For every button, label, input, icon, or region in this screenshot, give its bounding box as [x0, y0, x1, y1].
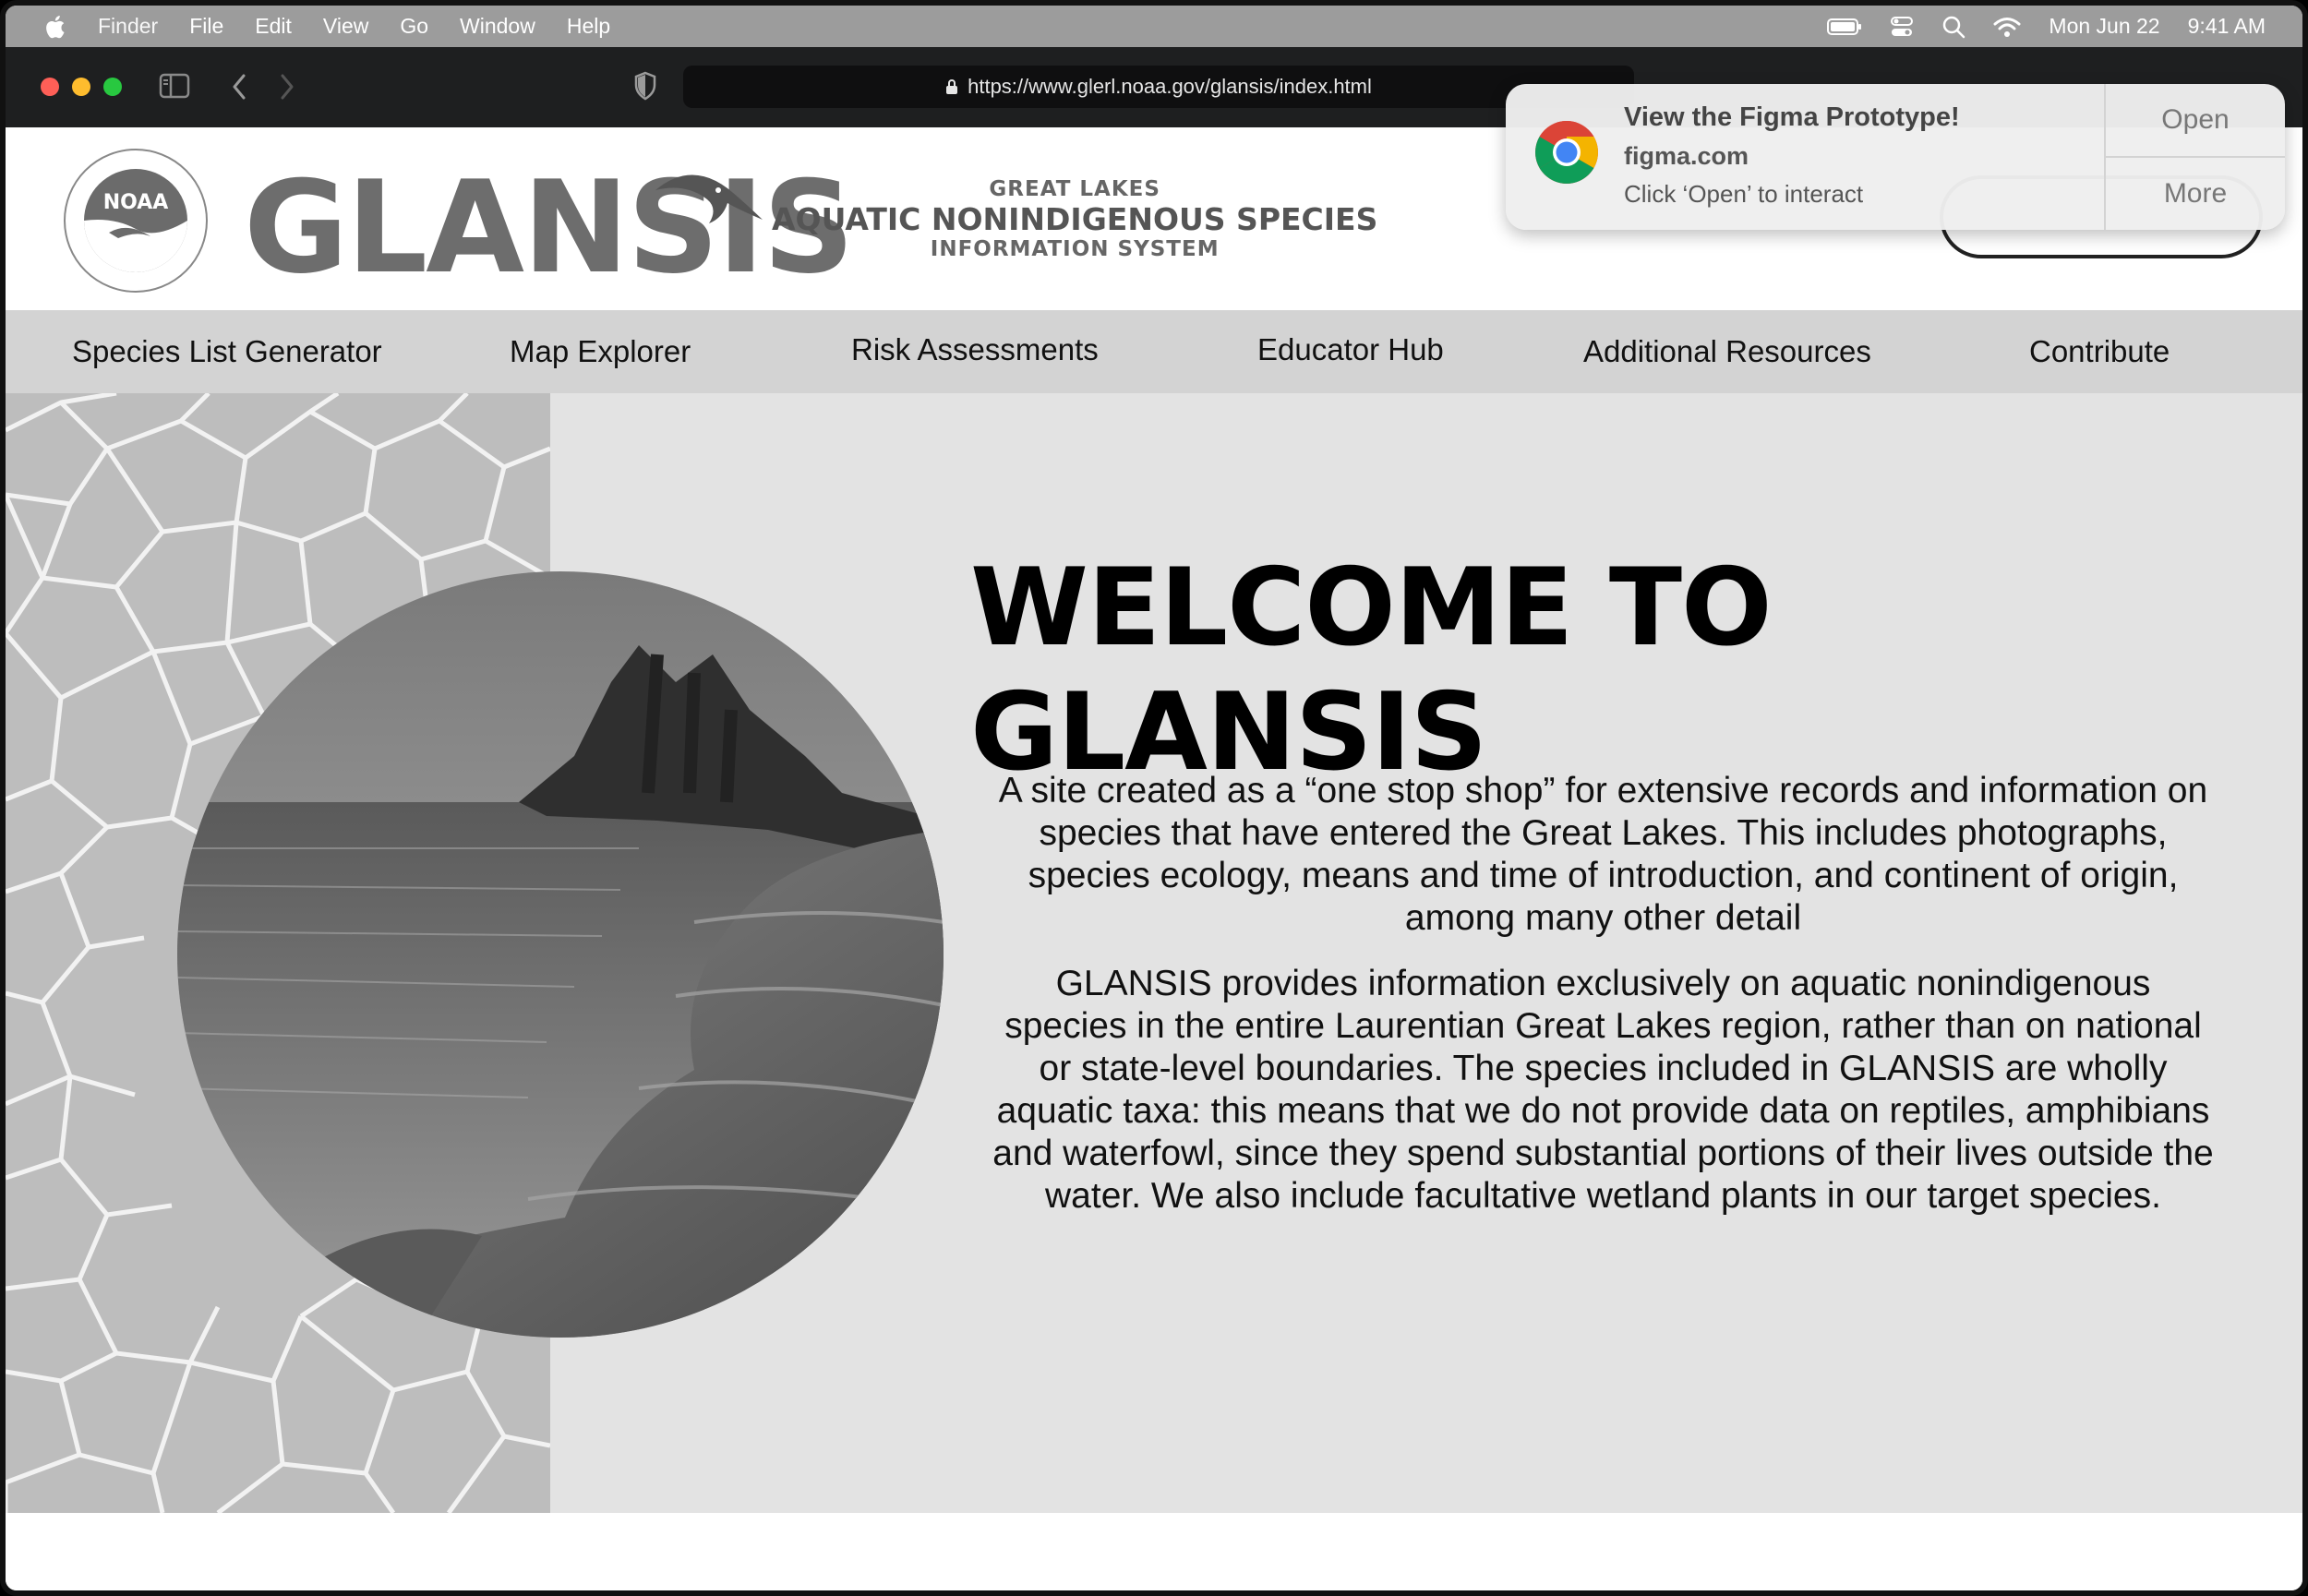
- menu-file[interactable]: File: [189, 14, 223, 39]
- menu-edit[interactable]: Edit: [255, 14, 292, 39]
- hero-headline: WELCOME TO GLANSIS: [970, 546, 1773, 795]
- notification-more-button[interactable]: More: [2106, 158, 2285, 230]
- notification-title: View the Figma Prototype!: [1624, 102, 1960, 132]
- battery-icon[interactable]: [1827, 18, 1862, 36]
- menu-help[interactable]: Help: [567, 14, 610, 39]
- minimize-window-button[interactable]: [72, 78, 90, 96]
- menu-view[interactable]: View: [323, 14, 368, 39]
- page-footer-area: [6, 1513, 2302, 1590]
- tagline-info-system: INFORMATION SYSTEM: [930, 237, 1220, 261]
- site-tagline: GREAT LAKES AQUATIC NONINDIGENOUS SPECIE…: [772, 177, 1377, 261]
- figma-notification[interactable]: View the Figma Prototype! figma.com Clic…: [1506, 84, 2285, 230]
- zoom-window-button[interactable]: [103, 78, 122, 96]
- bird-logo-icon: [655, 174, 763, 223]
- notification-source: figma.com: [1624, 142, 1749, 170]
- address-bar[interactable]: https://www.glerl.noaa.gov/glansis/index…: [683, 66, 1634, 108]
- tagline-aquatic: AQUATIC NONINDIGENOUS SPECIES: [772, 201, 1378, 237]
- lock-icon: [946, 79, 958, 94]
- main-nav: Species List Generator Map Explorer Risk…: [6, 310, 2302, 393]
- nav-additional-resources[interactable]: Additional Resources: [1583, 334, 1871, 369]
- apple-icon[interactable]: [42, 13, 70, 41]
- nav-contribute[interactable]: Contribute: [2029, 334, 2170, 369]
- privacy-shield-icon[interactable]: [633, 71, 657, 101]
- chrome-icon: [1535, 121, 1598, 184]
- menu-go[interactable]: Go: [400, 14, 428, 39]
- sidebar-toggle-icon[interactable]: [159, 73, 190, 99]
- back-icon[interactable]: [231, 73, 247, 101]
- menubar-date[interactable]: Mon Jun 22: [2049, 14, 2159, 39]
- hero-paragraph-2: GLANSIS provides information exclusively…: [992, 964, 2214, 1216]
- control-center-icon[interactable]: [1890, 15, 1914, 39]
- nav-educator-hub[interactable]: Educator Hub: [1257, 332, 1444, 367]
- screen: Finder File Edit View Go Window Help Mon…: [0, 0, 2308, 1596]
- nav-risk-assessments[interactable]: Risk Assessments: [851, 332, 1099, 367]
- url-text: https://www.glerl.noaa.gov/glansis/index…: [968, 75, 1372, 98]
- nav-species-list-generator[interactable]: Species List Generator: [72, 334, 382, 369]
- notification-body: Click ‘Open’ to interact: [1624, 180, 1864, 208]
- close-window-button[interactable]: [41, 78, 59, 96]
- hero-paragraph-1: A site created as a “one stop shop” for …: [998, 771, 2208, 938]
- menubar-time[interactable]: 9:41 AM: [2188, 14, 2266, 39]
- forward-icon[interactable]: [279, 73, 295, 101]
- spotlight-search-icon[interactable]: [1941, 15, 1965, 39]
- noaa-logo[interactable]: NOAA: [63, 148, 209, 294]
- wifi-icon[interactable]: [1993, 16, 2021, 38]
- menu-window[interactable]: Window: [460, 14, 535, 39]
- notification-open-button[interactable]: Open: [2106, 84, 2285, 158]
- hero-section: WELCOME TO GLANSIS A site created as a “…: [6, 393, 2302, 1513]
- lake-shore-photo: [177, 571, 944, 1338]
- macos-menu-bar: Finder File Edit View Go Window Help Mon…: [6, 6, 2302, 47]
- menu-finder[interactable]: Finder: [98, 14, 158, 39]
- nav-map-explorer[interactable]: Map Explorer: [510, 334, 691, 369]
- tagline-great-lakes: GREAT LAKES: [989, 177, 1160, 201]
- noaa-logo-text: NOAA: [103, 191, 169, 214]
